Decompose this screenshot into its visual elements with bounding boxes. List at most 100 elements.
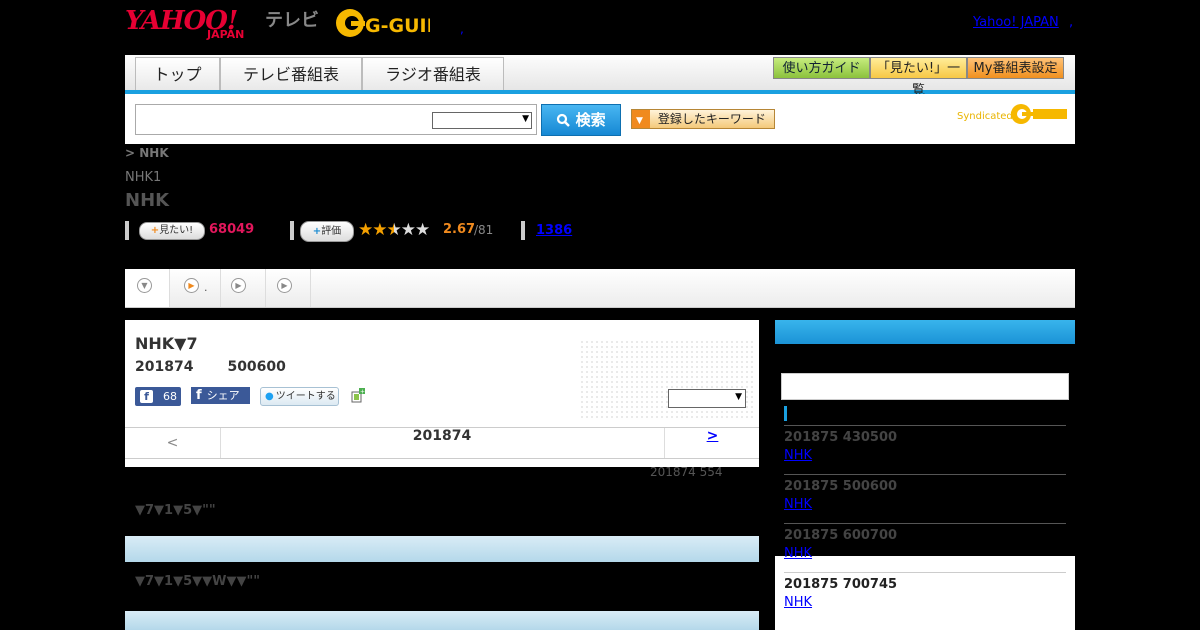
play-icon: ▶ (231, 278, 246, 293)
review-count-link[interactable]: 1386 (536, 223, 572, 238)
list-item-time: 201875 430500 (784, 430, 898, 445)
header-link-dot: , (460, 22, 464, 36)
cast-line-1: ▼7▼1▼5▼"" (135, 503, 216, 518)
subtab-1[interactable]: ▼ (125, 269, 170, 307)
triangle-down-icon: ▼ (632, 110, 650, 128)
facebook-share-button[interactable]: f シェア (191, 387, 250, 404)
list-item: 201875 500600 NHK (784, 474, 1066, 512)
facebook-icon: f (140, 390, 153, 403)
rating-count: /81 (474, 223, 494, 237)
channel-name: NHK1 (125, 170, 162, 185)
list-item: 201875 600700 NHK (784, 523, 1066, 561)
nav-tab-top[interactable]: トップ (135, 57, 220, 90)
gguide-text: G-GUIDE (365, 15, 430, 37)
page-title: NHK (125, 190, 170, 211)
nav-tab-radio-listings[interactable]: ラジオ番組表 (362, 57, 504, 90)
search-button[interactable]: 検索 (541, 104, 621, 136)
yahoo-japan-sublogo: JAPAN (207, 28, 245, 41)
saved-keywords-label: 登録したキーワード (657, 112, 766, 126)
bookmark-add-icon[interactable]: + (351, 388, 366, 403)
rate-button[interactable]: +評価 (300, 221, 354, 242)
program-select[interactable]: ▼ (668, 389, 746, 408)
date-pager: < 201874 > (125, 427, 759, 459)
plus-icon: + (312, 226, 322, 237)
svg-text:+: + (360, 389, 365, 396)
stat-divider (290, 221, 294, 240)
star-half-icon: ★ (386, 220, 402, 240)
chevron-down-icon: ▼ (137, 278, 152, 293)
stat-divider (521, 221, 525, 240)
list-item-time: 201875 500600 (784, 479, 898, 494)
facebook-icon: f (196, 388, 202, 403)
section-divider-bar (125, 536, 759, 562)
list-item: 201875 700745 NHK (784, 572, 1066, 610)
tweet-label: ツイートする (275, 391, 336, 402)
star-rating: ★★★★★ (358, 220, 430, 240)
search-button-label: 検索 (575, 111, 606, 129)
program-datetime: 201874 500600 (135, 359, 286, 375)
facebook-share-label: シェア (206, 389, 240, 402)
upcoming-panel: 201875 430500 NHK 201875 500600 NHK 2018… (775, 320, 1075, 630)
update-date: 201874 554 (650, 465, 723, 479)
star-filled-icon: ★ (372, 220, 387, 240)
subtab-2-label: . (204, 281, 208, 294)
want-to-watch-button[interactable]: +見たい! (139, 222, 205, 240)
program-time: 500600 (227, 359, 286, 375)
yahoo-japan-link-dot: , (1069, 15, 1074, 30)
rate-label: 評価 (321, 226, 342, 237)
list-item-link[interactable]: NHK (784, 546, 1066, 561)
section-marker (784, 406, 787, 421)
syndicated-label: Syndicated (957, 111, 1013, 122)
list-item-time: 201875 600700 (784, 528, 898, 543)
cast-line-2: ▼7▼1▼5▼▼W▼▼"" (135, 574, 261, 589)
facebook-like-button[interactable]: f 68 (135, 387, 181, 406)
play-icon: ▶ (277, 278, 292, 293)
dot-pattern-decoration (580, 340, 755, 420)
facebook-like-count: 68 (163, 390, 177, 403)
nav-tab-tv-listings[interactable]: テレビ番組表 (220, 57, 362, 90)
tweet-button[interactable]: ● ツイートする (260, 387, 339, 406)
rating-value: 2.67 (443, 222, 476, 237)
star-filled-icon: ★ (358, 220, 373, 240)
program-title: NHK▼7 (135, 334, 198, 353)
list-item-time: 201875 700745 (784, 577, 898, 592)
list-item: 201875 430500 NHK (784, 425, 1066, 463)
syndicated-gguide-logo (1011, 104, 1067, 124)
program-panel: NHK▼7 201874 500600 f 68 f シェア ● ツイートする + ▼ … (125, 320, 759, 467)
upcoming-search-input[interactable] (781, 373, 1069, 400)
search-category-select[interactable]: ▼ (432, 112, 532, 129)
pager-next-button[interactable]: > (664, 428, 760, 458)
chevron-down-icon: ▼ (735, 392, 742, 402)
stat-divider (125, 221, 129, 240)
gguide-logo[interactable]: G-GUIDE (335, 6, 430, 40)
upcoming-panel-header (775, 320, 1075, 344)
section-divider-bar (125, 611, 759, 630)
star-empty-icon: ★ (400, 220, 416, 240)
pager-current-date: 201874 (412, 428, 472, 444)
yahoo-japan-link[interactable]: Yahoo! JAPAN (973, 15, 1059, 30)
program-subtabs: ▼ ▶ . ▶ ▶ (125, 269, 1075, 308)
pager-prev-button[interactable]: < (125, 428, 221, 458)
search-icon (557, 113, 571, 127)
saved-keywords-button[interactable]: ▼ 登録したキーワード (631, 109, 775, 129)
program-date: 201874 (135, 359, 194, 375)
list-item-link[interactable]: NHK (784, 497, 1066, 512)
want-to-watch-label: 見たい! (159, 225, 194, 236)
subtab-3[interactable]: ▶ (221, 269, 266, 307)
search-bar: ▼ 検索 ▼ 登録したキーワード Syndicated (125, 94, 1075, 144)
list-item-link[interactable]: NHK (784, 595, 1066, 610)
twitter-bird-icon: ● (265, 391, 274, 402)
tv-label: テレビ (265, 10, 319, 31)
plus-icon: + (150, 225, 160, 236)
breadcrumb[interactable]: > NHK (125, 146, 169, 160)
play-icon: ▶ (184, 278, 199, 293)
watchlist-button[interactable]: 「見たい!」一覧 (870, 57, 967, 98)
main-nav: トップ テレビ番組表 ラジオ番組表 使い方ガイド 「見たい!」一覧 My番組表設… (125, 55, 1075, 98)
subtab-4[interactable]: ▶ (266, 269, 311, 307)
star-empty-icon: ★ (415, 220, 430, 240)
want-to-watch-count: 68049 (209, 222, 255, 237)
list-item-link[interactable]: NHK (784, 448, 1066, 463)
my-listings-settings-button[interactable]: My番組表設定 (967, 57, 1064, 79)
subtab-2[interactable]: ▶ . (170, 269, 221, 307)
guide-button[interactable]: 使い方ガイド (773, 57, 870, 79)
